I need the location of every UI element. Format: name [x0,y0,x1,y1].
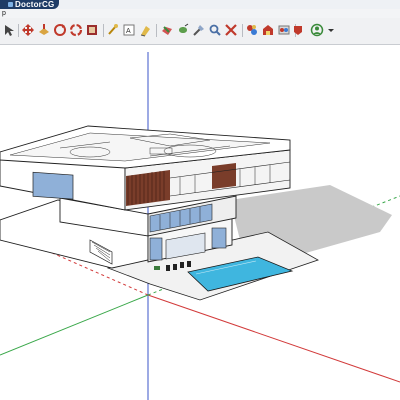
user-account-icon[interactable] [291,23,305,37]
rotate-icon[interactable] [53,23,67,37]
chevron-down-icon[interactable] [324,23,334,37]
account-icon[interactable] [310,23,324,37]
zoom-icon[interactable] [176,23,190,37]
pan-icon[interactable] [160,23,174,37]
materials-icon[interactable] [224,23,238,37]
model-viewport[interactable] [0,45,400,400]
paint-bucket-icon[interactable]: A [122,23,136,37]
main-toolbar: A [0,18,400,45]
upper-window-left [32,171,74,200]
orbit-icon[interactable] [138,23,152,37]
toolbar-separator [18,24,19,37]
svg-text:A: A [126,28,131,35]
planter [154,266,160,270]
ground-floor-glass-right [211,227,227,249]
green-axis-positive [0,294,149,356]
menu-item-help[interactable]: p [0,10,6,17]
scale-icon[interactable] [69,23,83,37]
brand-label: DoctorCG [15,0,55,9]
zoom-extents-icon[interactable] [192,23,206,37]
ground-floor-glass [149,237,163,261]
model-scene [0,52,400,400]
toolbar-separator [103,24,104,37]
tape-measure-icon[interactable] [85,23,99,37]
menu-bar: p [0,9,400,18]
toolbar-separator [156,24,157,37]
text-icon[interactable] [106,23,120,37]
styles-icon[interactable] [245,23,259,37]
push-pull-icon[interactable] [37,23,51,37]
warehouse-icon[interactable] [261,23,275,37]
red-axis-positive [147,294,400,383]
components-icon[interactable] [208,23,222,37]
select-icon[interactable] [2,23,16,37]
toolbar-separator [242,24,243,37]
brand-tab: DoctorCG [0,0,60,9]
extension-icon[interactable] [277,23,291,37]
move-icon[interactable] [21,23,35,37]
brand-logo-icon [8,2,13,8]
